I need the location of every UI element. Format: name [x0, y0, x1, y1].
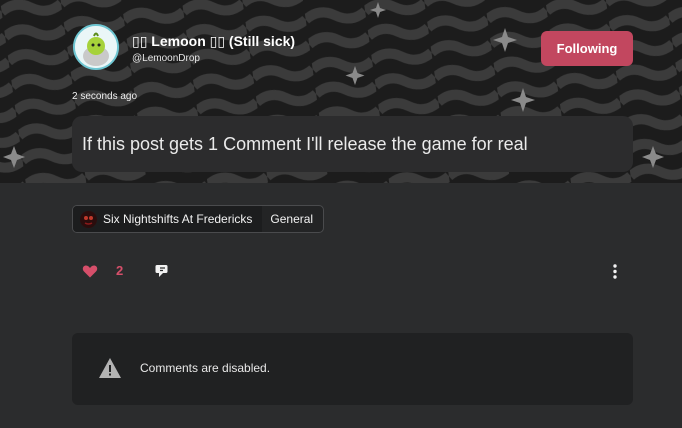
post-text: If this post gets 1 Comment I'll release…: [82, 133, 528, 154]
game-tag-label: Six Nightshifts At Fredericks: [103, 212, 253, 226]
game-icon: [80, 210, 97, 228]
avatar-image: [75, 26, 117, 68]
author-handle[interactable]: @LemoonDrop: [132, 53, 200, 64]
post-timestamp: 2 seconds ago: [72, 91, 138, 102]
post-tags: Six Nightshifts At Fredericks General: [72, 205, 325, 233]
category-tag[interactable]: General: [262, 206, 323, 232]
heart-icon[interactable]: [82, 263, 98, 279]
category-tag-label: General: [270, 212, 314, 226]
post-content: If this post gets 1 Comment I'll release…: [72, 116, 633, 172]
more-vertical-icon[interactable]: [610, 263, 620, 280]
game-tag[interactable]: Six Nightshifts At Fredericks: [73, 206, 263, 232]
author-name[interactable]: ▯▯ Lemoon ▯▯ (Still sick): [132, 33, 295, 50]
like-count: 2: [116, 263, 124, 278]
share-icon[interactable]: [154, 263, 170, 279]
comments-disabled-text: Comments are disabled.: [140, 361, 271, 375]
warning-icon: [99, 358, 121, 378]
following-button[interactable]: Following: [541, 31, 633, 66]
author-avatar[interactable]: [73, 24, 119, 70]
